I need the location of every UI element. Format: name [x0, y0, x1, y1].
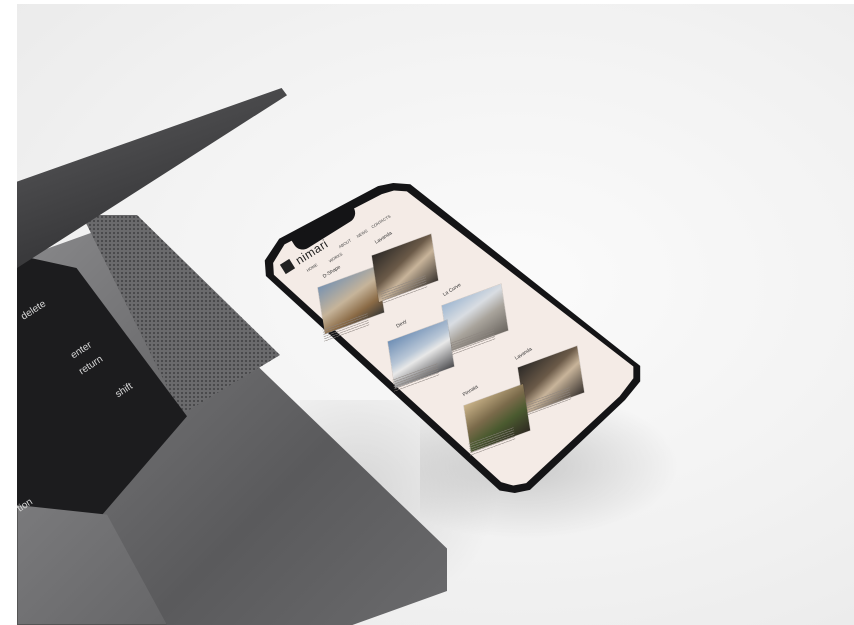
- logo-icon: [279, 258, 296, 275]
- project-title: La Curve: [441, 282, 463, 298]
- project-title: Dexy: [395, 318, 409, 330]
- project-title: Lavanda: [373, 230, 394, 246]
- nav-news[interactable]: NEWS: [356, 228, 369, 239]
- nav-works[interactable]: WORKS: [328, 251, 343, 263]
- nav-about[interactable]: ABOUT: [338, 238, 352, 250]
- nav-contacts[interactable]: CONTACTS: [370, 214, 391, 230]
- project-title: D-Shape: [321, 264, 342, 280]
- project-title: Pinnata: [461, 383, 480, 399]
- smartphone: nimari HOME WORKS ABOUT NEWS CONTACTS D-…: [264, 183, 644, 493]
- site-logo[interactable]: nimari: [293, 237, 331, 268]
- website: nimari HOME WORKS ABOUT NEWS CONTACTS D-…: [264, 183, 644, 493]
- nav-home[interactable]: HOME: [306, 262, 319, 273]
- project-title: Lavanda: [513, 346, 534, 362]
